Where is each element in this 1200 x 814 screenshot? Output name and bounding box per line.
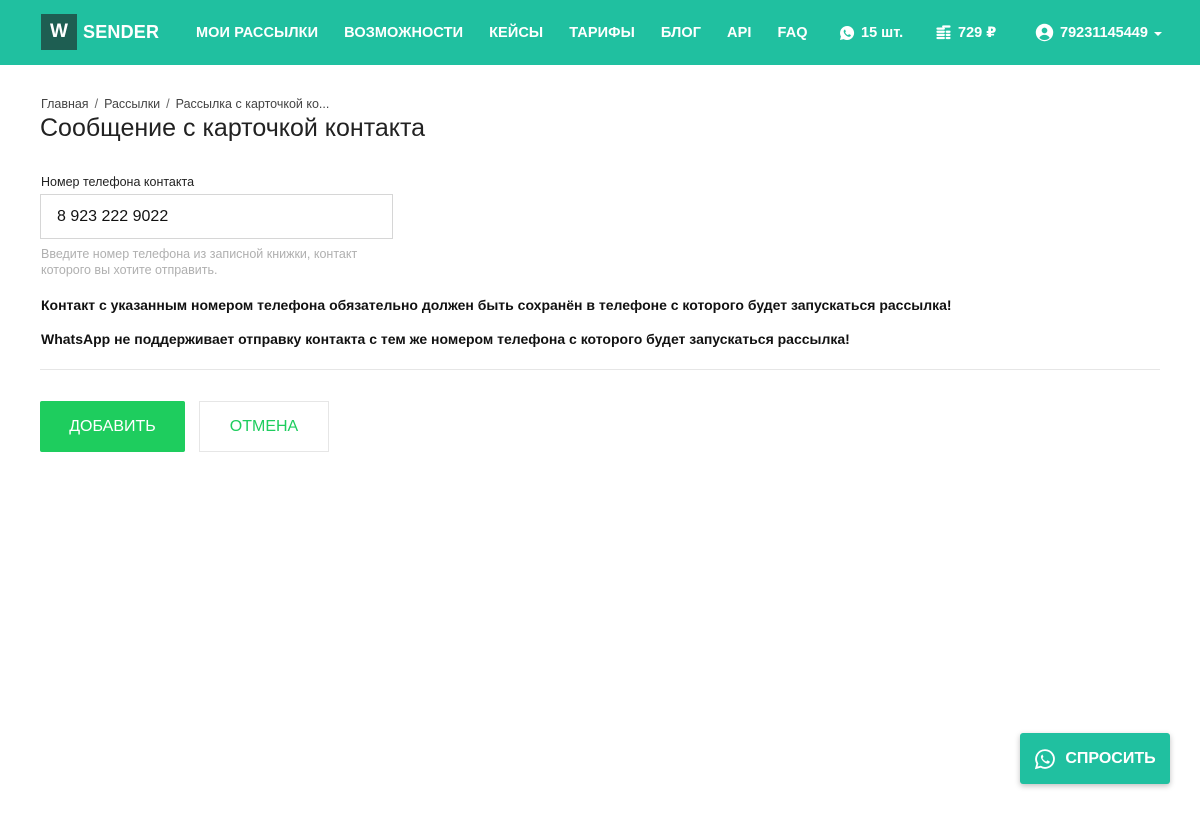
breadcrumb-separator: / <box>94 97 99 111</box>
breadcrumb-home[interactable]: Главная <box>41 97 89 111</box>
user-phone: 79231145449 <box>1060 24 1148 41</box>
nav-my-mailings[interactable]: МОИ РАССЫЛКИ <box>196 25 318 41</box>
nav-faq[interactable]: FAQ <box>778 25 808 41</box>
coins-icon <box>936 25 951 40</box>
chevron-down-icon <box>1153 31 1162 36</box>
nav-pricing[interactable]: ТАРИФЫ <box>569 25 635 41</box>
contact-phone-input[interactable] <box>40 194 393 239</box>
logo[interactable]: W SENDER <box>41 14 159 50</box>
logo-text: SENDER <box>83 21 160 42</box>
user-circle-icon <box>1035 23 1054 42</box>
add-button[interactable]: ДОБАВИТЬ <box>40 401 185 452</box>
main-nav: МОИ РАССЫЛКИ ВОЗМОЖНОСТИ КЕЙСЫ ТАРИФЫ БЛ… <box>196 0 834 65</box>
page-title: Сообщение с карточкой контакта <box>40 114 426 142</box>
divider <box>40 369 1160 370</box>
nav-features[interactable]: ВОЗМОЖНОСТИ <box>344 25 463 41</box>
top-navbar: W SENDER МОИ РАССЫЛКИ ВОЗМОЖНОСТИ КЕЙСЫ … <box>0 0 1200 65</box>
nav-blog[interactable]: БЛОГ <box>661 25 701 41</box>
breadcrumb: Главная / Рассылки / Рассылка с карточко… <box>41 97 329 111</box>
whatsapp-icon <box>840 25 855 40</box>
logo-mark: W <box>41 14 77 50</box>
user-menu[interactable]: 79231145449 <box>1035 0 1162 65</box>
balance[interactable]: 729 ₽ <box>935 0 996 65</box>
nav-api[interactable]: API <box>727 25 751 41</box>
ask-button-label: СПРОСИТЬ <box>1065 749 1156 767</box>
breadcrumb-separator: / <box>166 97 170 111</box>
phone-field-hint: Введите номер телефона из записной книжк… <box>41 247 358 277</box>
chats-counter[interactable]: 15 шт. <box>839 0 903 65</box>
whatsapp-icon <box>1035 748 1056 769</box>
same-number-warning: WhatsApp не поддерживает отправку контак… <box>41 331 850 347</box>
balance-amount: 729 ₽ <box>958 24 997 41</box>
phone-field-label: Номер телефона контакта <box>41 175 195 189</box>
nav-cases[interactable]: КЕЙСЫ <box>489 25 543 41</box>
chats-count: 15 шт. <box>861 24 904 41</box>
ask-button[interactable]: СПРОСИТЬ <box>1020 733 1170 784</box>
breadcrumb-current: Рассылка с карточкой ко... <box>175 97 330 111</box>
breadcrumb-mailings[interactable]: Рассылки <box>104 97 160 111</box>
cancel-button[interactable]: ОТМЕНА <box>199 401 329 452</box>
contact-saved-warning: Контакт с указанным номером телефона обя… <box>41 297 952 313</box>
